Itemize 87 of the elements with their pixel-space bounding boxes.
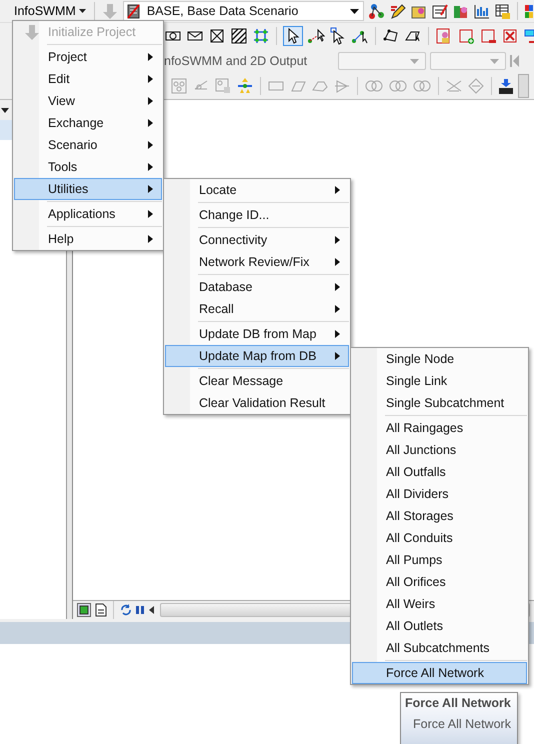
line-pointer-icon[interactable] (307, 27, 325, 45)
network-icon[interactable] (368, 2, 385, 20)
node-pointer-icon[interactable] (329, 27, 347, 45)
submenu-arrow-icon (335, 305, 340, 313)
menu-item[interactable]: Single Node (352, 348, 527, 370)
pencil-icon[interactable] (389, 2, 406, 20)
submenu-arrow-icon (335, 186, 340, 194)
submenu-arrow-icon (148, 235, 153, 243)
scroll-left-icon[interactable] (148, 605, 156, 615)
pause-icon[interactable] (136, 605, 144, 615)
chart-icon[interactable] (473, 2, 490, 20)
menu-item[interactable]: All Weirs (352, 593, 527, 615)
node-group-icon[interactable] (170, 77, 188, 95)
submenu-arrow-icon (148, 210, 153, 218)
grid-icon[interactable] (252, 27, 270, 45)
menu-item[interactable]: Single Link (352, 370, 527, 392)
add-box-icon[interactable] (457, 27, 475, 45)
caret-icon (78, 9, 86, 13)
menu-item[interactable]: All Orifices (352, 571, 527, 593)
menu-item[interactable]: Exchange (14, 112, 162, 134)
menu-item[interactable]: Edit (14, 68, 162, 90)
form-icon[interactable] (431, 2, 448, 20)
submenu-arrow-icon (148, 119, 153, 127)
menu-item[interactable]: Applications (14, 203, 162, 225)
submenu-arrow-icon (148, 75, 153, 83)
delete-box-icon[interactable] (501, 27, 519, 45)
menu-item[interactable]: View (14, 90, 162, 112)
menu-item[interactable]: All Conduits (352, 527, 527, 549)
page-icon[interactable] (95, 603, 107, 617)
menu-item[interactable]: All Subcatchments (352, 637, 527, 659)
menu-item[interactable]: Update Map from DB (165, 345, 349, 367)
node-group-icon[interactable] (214, 77, 232, 95)
submenu-arrow-icon (148, 97, 153, 105)
down-arrow-icon (501, 78, 511, 86)
menu-item[interactable]: All Storages (352, 505, 527, 527)
tooltip-text: Force All Network (413, 717, 512, 731)
menu-item[interactable]: Locate (165, 179, 349, 201)
rdii-button[interactable] (498, 78, 514, 94)
map-view-icon[interactable] (77, 603, 91, 617)
menu-item[interactable]: Change ID... (165, 204, 349, 226)
submenu-arrow-icon (335, 236, 340, 244)
menu-item[interactable]: All Junctions (352, 439, 527, 461)
menu-item[interactable]: Scenario (14, 134, 162, 156)
menu-item[interactable]: All Outfalls (352, 461, 527, 483)
menu-item[interactable]: Tools (14, 156, 162, 178)
tooltip-title: Force All Network (405, 696, 512, 710)
menu-item[interactable]: Database (165, 276, 349, 298)
menu-item[interactable]: All Dividers (352, 483, 527, 505)
scenario-text: BASE, Base Data Scenario (146, 4, 300, 18)
submenu-arrow-icon (148, 185, 153, 193)
submenu-arrow-icon (148, 53, 153, 61)
menu-item[interactable]: All Outlets (352, 615, 527, 637)
menu-item[interactable]: Help (14, 228, 162, 250)
tree-icon[interactable] (236, 77, 254, 95)
menu-item[interactable]: Network Review/Fix (165, 251, 349, 273)
submenu-arrow-icon (335, 258, 340, 266)
submenu-arrow-icon (148, 141, 153, 149)
menu-item[interactable]: All Pumps (352, 549, 527, 571)
app-menu-button[interactable]: InfoSWMM (0, 1, 88, 21)
menu-item[interactable]: Recall (165, 298, 349, 320)
submenu-arrow-icon (335, 283, 340, 291)
menu-item[interactable]: Connectivity (165, 229, 349, 251)
submenu-arrow-icon (335, 330, 340, 338)
scenario-dropdown[interactable]: BASE, Base Data Scenario (122, 1, 364, 21)
menu-item[interactable]: Single Subcatchment (352, 392, 527, 414)
refresh-icon[interactable] (120, 604, 132, 616)
menu-item[interactable]: Update DB from Map (165, 323, 349, 345)
menu-item[interactable]: Utilities (14, 178, 162, 200)
output-label: nfoSWMM and 2D Output (164, 54, 308, 68)
color-blocks-icon[interactable] (524, 2, 534, 20)
submenu-arrow-icon (335, 352, 340, 360)
crossed-box-icon[interactable] (208, 27, 226, 45)
hatched-box-icon[interactable] (230, 27, 248, 45)
menu-item[interactable]: All Raingages (352, 417, 527, 439)
down-arrow-icon (22, 24, 40, 40)
menu-item[interactable]: Project (14, 46, 162, 68)
caret-icon (350, 8, 359, 14)
menu-item[interactable]: Force All Network (352, 662, 527, 684)
table-icon[interactable] (494, 2, 511, 20)
caret-icon (1, 108, 9, 112)
submenu-arrow-icon (148, 163, 153, 171)
remove-box-icon[interactable] (479, 27, 497, 45)
menu-item[interactable]: Clear Message (165, 370, 349, 392)
caret-icon (410, 58, 419, 64)
pointer-icon[interactable] (283, 26, 303, 46)
menu-item[interactable]: Clear Validation Result (165, 392, 349, 414)
caret-icon (490, 58, 499, 64)
